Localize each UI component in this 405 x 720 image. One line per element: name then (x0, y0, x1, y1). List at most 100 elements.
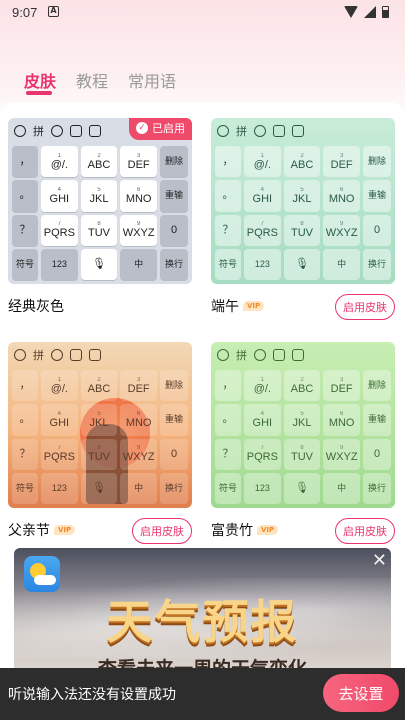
key-symbols: 符号 (12, 472, 38, 504)
vip-badge: VIP (54, 525, 76, 535)
key-enter: 换行 (363, 248, 391, 280)
key-delete: 删除 (160, 146, 188, 178)
go-setup-button[interactable]: 去设置 (323, 674, 399, 712)
key-wxyz: 9 WXYZ (120, 438, 157, 470)
key-comma: ， (12, 370, 38, 402)
key-def: 3 DEF (323, 146, 360, 178)
key-jkl: 5 JKL (283, 404, 321, 436)
key-wxyz: 9 WXYZ (323, 438, 360, 470)
signal-icon (364, 6, 376, 18)
key-ghi: 4 GHI (244, 404, 281, 436)
keyboard-toolbar: 拼 (8, 342, 192, 368)
battery-icon (382, 6, 389, 18)
key-chinese: 中 (323, 248, 360, 280)
key-tuv: 8 TUV (283, 438, 321, 470)
skin-preview-keyboard[interactable]: 拼 ， 1 @/. 2 ABC 3 DEF 删除 。 4 GHI 5 JKL 6 MNO 重… (211, 118, 395, 284)
key-punct: 1 @/. (244, 370, 281, 402)
apply-skin-button[interactable]: 启用皮肤 (132, 518, 192, 544)
key-punct: 1 @/. (244, 146, 281, 178)
key-enter: 换行 (160, 248, 188, 280)
key-question: ？ (12, 438, 38, 470)
key-abc: 2 ABC (283, 146, 321, 178)
keyboard-grid: ， 1 @/. 2 ABC 3 DEF 删除 。 4 GHI 5 JKL 6 MNO 重输 … (215, 370, 391, 504)
skin-name: 经典灰色 (8, 299, 64, 315)
tab-phrases[interactable]: 常用语 (128, 68, 176, 92)
key-delete: 删除 (160, 370, 188, 402)
keyboard-grid: ， 1 @/. 2 ABC 3 DEF 删除 。 4 GHI 5 JKL 6 MNO 重输 … (12, 146, 188, 280)
apply-skin-button[interactable]: 启用皮肤 (335, 294, 395, 320)
tab-tutorial[interactable]: 教程 (76, 68, 108, 92)
skin-name: 父亲节 VIP (8, 520, 76, 540)
camera-icon (70, 349, 82, 361)
tab-skins[interactable]: 皮肤 (24, 68, 56, 95)
key-chinese: 中 (323, 472, 360, 504)
mic-icon (51, 349, 63, 361)
skin-name: 富贵竹 VIP (211, 520, 279, 540)
key-space: 🎙 (80, 472, 118, 504)
apply-skin-button[interactable]: 启用皮肤 (335, 518, 395, 544)
skin-preview-keyboard[interactable]: 拼 ， 1 @/. 2 ABC 3 DEF 删除 。 4 GHI 5 JKL 6 MNO 重… (8, 118, 192, 284)
key-ghi: 4 GHI (41, 404, 78, 436)
key-123: 123 (244, 472, 281, 504)
key-jkl: 5 JKL (80, 404, 118, 436)
key-enter: 换行 (363, 472, 391, 504)
key-123: 123 (41, 248, 78, 280)
key-retype: 重输 (363, 404, 391, 436)
key-symbols: 符号 (12, 248, 38, 280)
mic-icon: 🎙 (92, 257, 106, 270)
skin-card-fathers-day[interactable]: 拼 ， 1 @/. 2 ABC 3 DEF 删除 。 4 GHI 5 JKL 6 MNO 重… (8, 342, 192, 544)
key-comma: ， (215, 146, 241, 178)
vip-badge: VIP (257, 525, 279, 535)
key-pqrs: 7 PQRS (41, 438, 78, 470)
key-tuv: 8 TUV (80, 438, 118, 470)
key-def: 3 DEF (120, 146, 157, 178)
key-pqrs: 7 PQRS (41, 214, 78, 246)
key-abc: 2 ABC (80, 146, 118, 178)
key-question: ？ (12, 214, 38, 246)
skin-card-lucky-bamboo[interactable]: 拼 ， 1 @/. 2 ABC 3 DEF 删除 。 4 GHI 5 JKL 6 MNO 重… (211, 342, 395, 544)
pinyin-mode-label: 拼 (33, 125, 44, 138)
skin-card-dragon-boat[interactable]: 拼 ， 1 @/. 2 ABC 3 DEF 删除 。 4 GHI 5 JKL 6 MNO 重… (211, 118, 395, 320)
camera-icon (273, 349, 285, 361)
mic-icon: 🎙 (295, 481, 309, 494)
key-comma: ， (12, 146, 38, 178)
status-time: 9:07 (12, 5, 38, 20)
mic-icon (254, 349, 266, 361)
key-punct: 1 @/. (41, 370, 78, 402)
ad-title: 天气预报 (106, 595, 299, 649)
skin-card-classic-gray[interactable]: 拼 ， 1 @/. 2 ABC 3 DEF 删除 。 4 GHI 5 JKL 6 MNO 重… (8, 118, 192, 315)
key-mno: 6 MNO (323, 404, 360, 436)
key-space: 🎙 (80, 248, 118, 280)
key-zero: 0 (363, 438, 391, 470)
key-symbols: 符号 (215, 248, 241, 280)
emoji-icon (292, 349, 304, 361)
tab-bar: 皮肤 教程 常用语 (24, 68, 176, 95)
key-delete: 删除 (363, 370, 391, 402)
skin-preview-keyboard[interactable]: 拼 ， 1 @/. 2 ABC 3 DEF 删除 。 4 GHI 5 JKL 6 MNO 重… (8, 342, 192, 508)
key-def: 3 DEF (323, 370, 360, 402)
close-icon[interactable]: ✕ (372, 550, 387, 571)
enabled-badge: ✓ 已启用 (129, 118, 192, 140)
key-zero: 0 (160, 214, 188, 246)
skin-preview-keyboard[interactable]: 拼 ， 1 @/. 2 ABC 3 DEF 删除 。 4 GHI 5 JKL 6 MNO 重… (211, 342, 395, 508)
key-retype: 重输 (160, 180, 188, 212)
key-abc: 2 ABC (80, 370, 118, 402)
emoji-icon (89, 125, 101, 137)
vip-badge: VIP (243, 301, 265, 311)
key-period: 。 (12, 180, 38, 212)
key-question: ？ (215, 214, 241, 246)
settings-icon (14, 349, 26, 361)
key-punct: 1 @/. (41, 146, 78, 178)
key-ghi: 4 GHI (244, 180, 281, 212)
emoji-icon (292, 125, 304, 137)
keyboard-grid: ， 1 @/. 2 ABC 3 DEF 删除 。 4 GHI 5 JKL 6 MNO 重输 … (12, 370, 188, 504)
weather-ad-banner[interactable]: ✕ 天气预报 查看未来一周的天气变化 (14, 548, 391, 672)
key-123: 123 (41, 472, 78, 504)
pinyin-mode-label: 拼 (236, 349, 247, 362)
key-jkl: 5 JKL (283, 180, 321, 212)
key-zero: 0 (160, 438, 188, 470)
key-pqrs: 7 PQRS (244, 438, 281, 470)
camera-icon (273, 125, 285, 137)
settings-icon (217, 349, 229, 361)
key-period: 。 (12, 404, 38, 436)
